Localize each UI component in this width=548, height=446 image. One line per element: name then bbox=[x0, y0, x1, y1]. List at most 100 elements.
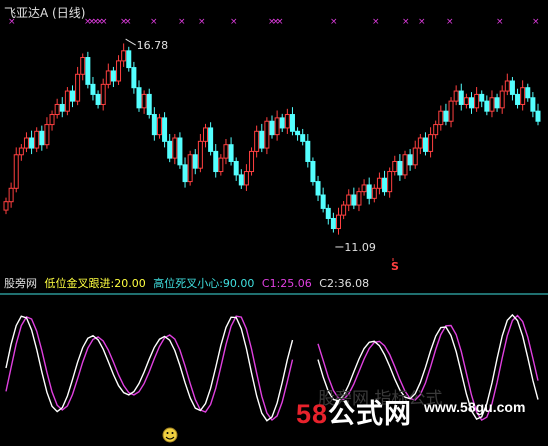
smiley-eye bbox=[171, 432, 174, 434]
candle-body bbox=[366, 184, 372, 199]
candle-body bbox=[85, 57, 91, 85]
candle-body bbox=[238, 174, 244, 186]
candle-body bbox=[249, 150, 255, 173]
stock-chart-app: 16.78 11.09 × × × × × × × × × × × × × × × × × × × × × × S 飞亚达A (… bbox=[0, 0, 548, 446]
candle-body bbox=[346, 194, 352, 206]
candle-body bbox=[90, 83, 96, 95]
candle-body bbox=[274, 117, 280, 136]
high-price-pointer bbox=[125, 38, 136, 46]
cross-signal-marker: × bbox=[532, 17, 540, 27]
price-panel[interactable]: 16.78 11.09 × × × × × × × × × × × × × × × × × × × × × × S 飞亚达A (… bbox=[0, 0, 548, 272]
indicator-name: 股旁网 bbox=[4, 277, 37, 290]
candle-body bbox=[330, 217, 336, 230]
candle-body bbox=[213, 150, 219, 173]
candle-body bbox=[463, 97, 469, 105]
candle-body bbox=[289, 114, 295, 132]
candle-body bbox=[351, 194, 357, 206]
candle-body bbox=[126, 50, 132, 69]
cross-signal-marker: × bbox=[178, 17, 186, 27]
candle-body bbox=[397, 160, 403, 176]
cross-signal-marker: × bbox=[372, 17, 380, 27]
candle-body bbox=[371, 187, 377, 199]
candle-body bbox=[192, 154, 198, 169]
candle-body bbox=[443, 110, 449, 122]
candle-body bbox=[469, 97, 474, 109]
candle-body bbox=[458, 90, 464, 105]
candle-body bbox=[295, 130, 301, 136]
candle-body bbox=[136, 87, 142, 109]
candle-body bbox=[387, 171, 393, 193]
cross-signal-marker: × bbox=[230, 17, 238, 27]
indicator-chart[interactable] bbox=[0, 272, 548, 446]
cross-signal-marker: × bbox=[124, 17, 132, 27]
candle-body bbox=[23, 137, 29, 149]
candle-body bbox=[392, 160, 398, 173]
candle-body bbox=[504, 80, 510, 92]
candle-body bbox=[70, 90, 75, 102]
candle-body bbox=[203, 127, 208, 142]
candle-body bbox=[402, 154, 408, 176]
sell-signal-label: S bbox=[391, 260, 399, 272]
candle-body bbox=[530, 97, 536, 112]
watermark-brand-text: 公式网 bbox=[328, 399, 413, 429]
candle-body bbox=[228, 144, 234, 162]
candle-body bbox=[438, 110, 444, 126]
smiley-eye bbox=[166, 432, 169, 434]
candle-body bbox=[535, 110, 541, 122]
watermark-brand: 58公式网 bbox=[296, 392, 412, 431]
candle-body bbox=[453, 90, 459, 102]
smiley-face bbox=[162, 427, 178, 443]
cross-signal-marker: × bbox=[100, 17, 108, 27]
candle-body bbox=[412, 147, 418, 166]
candle-body bbox=[223, 144, 229, 159]
candle-body bbox=[428, 134, 434, 152]
candle-body bbox=[34, 130, 40, 149]
candle-body bbox=[300, 134, 306, 142]
candle-body bbox=[156, 117, 162, 136]
candle-body bbox=[54, 103, 60, 116]
candle-body bbox=[264, 120, 270, 149]
candle-body bbox=[341, 204, 347, 216]
candle-body bbox=[509, 80, 515, 95]
candle-body bbox=[499, 90, 505, 109]
candle-body bbox=[39, 130, 45, 146]
candle-body bbox=[100, 83, 106, 105]
cross-signal-marker: × bbox=[496, 17, 504, 27]
candle-body bbox=[310, 160, 316, 183]
high-cross-label: 高位死叉小心:90.00 bbox=[153, 277, 255, 290]
candle-body bbox=[177, 137, 183, 166]
candle-body bbox=[243, 171, 249, 186]
candle-body bbox=[284, 114, 290, 129]
candle-body bbox=[525, 87, 531, 99]
candlestick-chart[interactable]: 16.7811.09× ××××× ×× × × × × ××× × × × × × × ×S bbox=[0, 0, 548, 272]
candle-body bbox=[131, 67, 137, 89]
high-price-label: 16.78 bbox=[137, 39, 169, 52]
indicator-panel[interactable]: 股旁网 低位金叉跟进:20.00 高位死叉小心:90.00 C1:25.06 C… bbox=[0, 272, 548, 446]
cross-signal-marker: × bbox=[276, 17, 284, 27]
candle-body bbox=[182, 164, 188, 183]
watermark-url: www.58gu.com bbox=[424, 399, 526, 415]
c2-label: C2:36.08 bbox=[319, 277, 370, 290]
candle-body bbox=[95, 93, 101, 105]
candle-body bbox=[233, 160, 239, 176]
candle-body bbox=[3, 201, 9, 211]
candle-body bbox=[162, 117, 168, 142]
candle-body bbox=[80, 57, 86, 75]
candle-body bbox=[208, 127, 214, 152]
cross-signal-marker: × bbox=[446, 17, 454, 27]
watermark-brand-number: 58 bbox=[296, 399, 329, 429]
candle-body bbox=[110, 70, 116, 82]
candle-body bbox=[407, 154, 413, 166]
low-price-label: 11.09 bbox=[344, 241, 376, 254]
candle-body bbox=[141, 93, 147, 109]
candle-body bbox=[197, 140, 203, 169]
candle-body bbox=[479, 93, 485, 102]
candle-body bbox=[187, 154, 193, 183]
candle-body bbox=[44, 124, 50, 146]
cross-signal-marker: × bbox=[418, 17, 426, 27]
candle-body bbox=[254, 130, 260, 152]
c1-label: C1:25.06 bbox=[261, 277, 312, 290]
candle-body bbox=[29, 137, 35, 149]
candle-body bbox=[382, 177, 388, 193]
candle-body bbox=[64, 90, 70, 112]
